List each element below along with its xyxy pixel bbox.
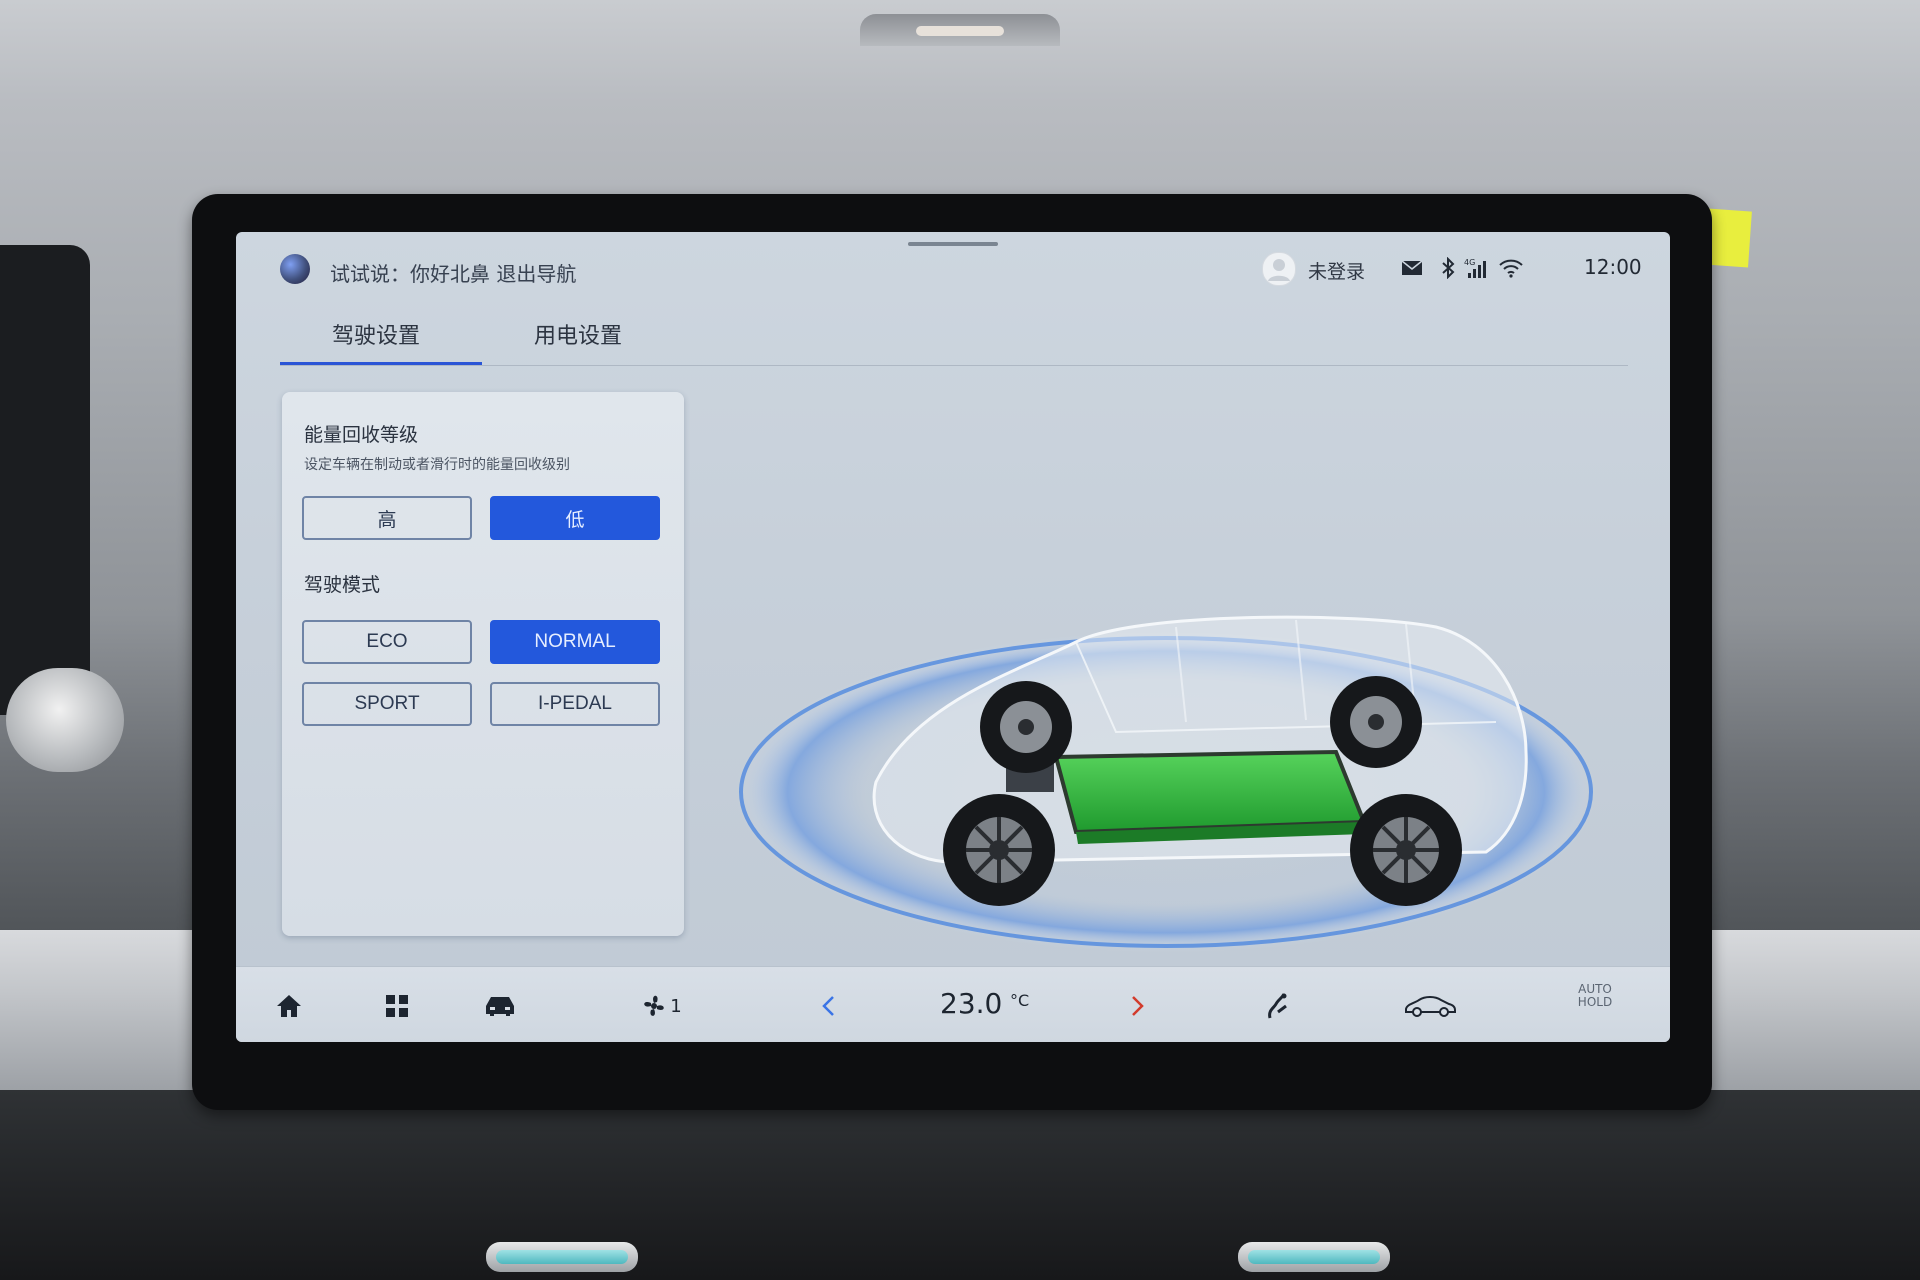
- bottom-control-bar: 1 23.0 °C AUTO HOLD: [236, 966, 1670, 1042]
- recovery-low-button[interactable]: 低: [490, 496, 660, 540]
- tab-driving-settings[interactable]: 驾驶设置: [332, 318, 420, 350]
- fan-control[interactable]: 1: [638, 989, 684, 1023]
- assistant-hint: 试试说：你好北鼻 退出导航: [330, 262, 577, 286]
- settings-panel: 能量回收等级 设定车辆在制动或者滑行时的能量回收级别 高 低 驾驶模式 ECO …: [282, 392, 684, 936]
- vehicle-chassis-illustration: [716, 532, 1616, 1012]
- wheel-front-right: [1350, 794, 1462, 906]
- seat-airflow-icon[interactable]: [1262, 989, 1292, 1023]
- apps-grid-icon[interactable]: [382, 989, 412, 1023]
- tab-power-settings[interactable]: 用电设置: [534, 318, 622, 350]
- recovery-high-button[interactable]: 高: [302, 496, 472, 540]
- wifi-icon: [1498, 256, 1524, 280]
- login-status[interactable]: 未登录: [1308, 257, 1365, 284]
- battery-pack: [1053, 749, 1367, 835]
- temp-increase-icon[interactable]: [1126, 989, 1150, 1023]
- signal-label: 4G: [1464, 258, 1475, 267]
- temperature-unit: °C: [1010, 991, 1030, 1010]
- auto-hold-button[interactable]: AUTO HOLD: [1565, 983, 1625, 1009]
- mode-eco-button[interactable]: ECO: [302, 620, 472, 664]
- mail-icon[interactable]: [1400, 256, 1424, 280]
- wheel-rear-left: [980, 681, 1072, 773]
- vent-control-right: [1238, 1242, 1390, 1272]
- wheel-front-left: [943, 794, 1055, 906]
- vent-control-left: [486, 1242, 638, 1272]
- infotainment-screen: 试试说：你好北鼻 退出导航 未登录 4G 12:00 驾驶设置 用电设置 能量回…: [236, 232, 1670, 1042]
- clock: 12:00: [1584, 255, 1642, 279]
- dashboard-vent: [860, 14, 1060, 46]
- mode-normal-button[interactable]: NORMAL: [490, 620, 660, 664]
- settings-tabs: 驾驶设置 用电设置: [236, 310, 1670, 366]
- car-settings-icon[interactable]: [1402, 989, 1458, 1023]
- energy-recovery-description: 设定车辆在制动或者滑行时的能量回收级别: [304, 457, 570, 473]
- fan-level: 1: [670, 995, 682, 1017]
- wheel-rear-right: [1330, 676, 1422, 768]
- instrument-cluster: [0, 245, 90, 715]
- mode-sport-button[interactable]: SPORT: [302, 682, 472, 726]
- fan-icon: [644, 995, 665, 1016]
- tab-active-indicator: [280, 362, 482, 365]
- status-bar: 试试说：你好北鼻 退出导航 未登录 4G 12:00: [236, 232, 1670, 292]
- bluetooth-icon: [1440, 256, 1456, 280]
- avatar-icon[interactable]: [1262, 252, 1296, 286]
- dashboard-lower: [0, 1090, 1920, 1280]
- cellular-4g-icon: 4G: [1464, 256, 1490, 280]
- voice-assistant-icon[interactable]: [280, 254, 310, 284]
- car-icon[interactable]: [480, 989, 520, 1023]
- control-knob: [6, 668, 124, 772]
- cabin-temperature: 23.0: [940, 987, 1003, 1020]
- home-icon[interactable]: [274, 989, 304, 1023]
- drive-mode-title: 驾驶模式: [304, 574, 381, 596]
- auto-hold-line2: HOLD: [1577, 995, 1613, 1009]
- energy-recovery-title: 能量回收等级: [304, 424, 419, 446]
- temp-decrease-icon[interactable]: [816, 989, 840, 1023]
- tab-divider: [280, 365, 1628, 366]
- mode-ipedal-button[interactable]: I-PEDAL: [490, 682, 660, 726]
